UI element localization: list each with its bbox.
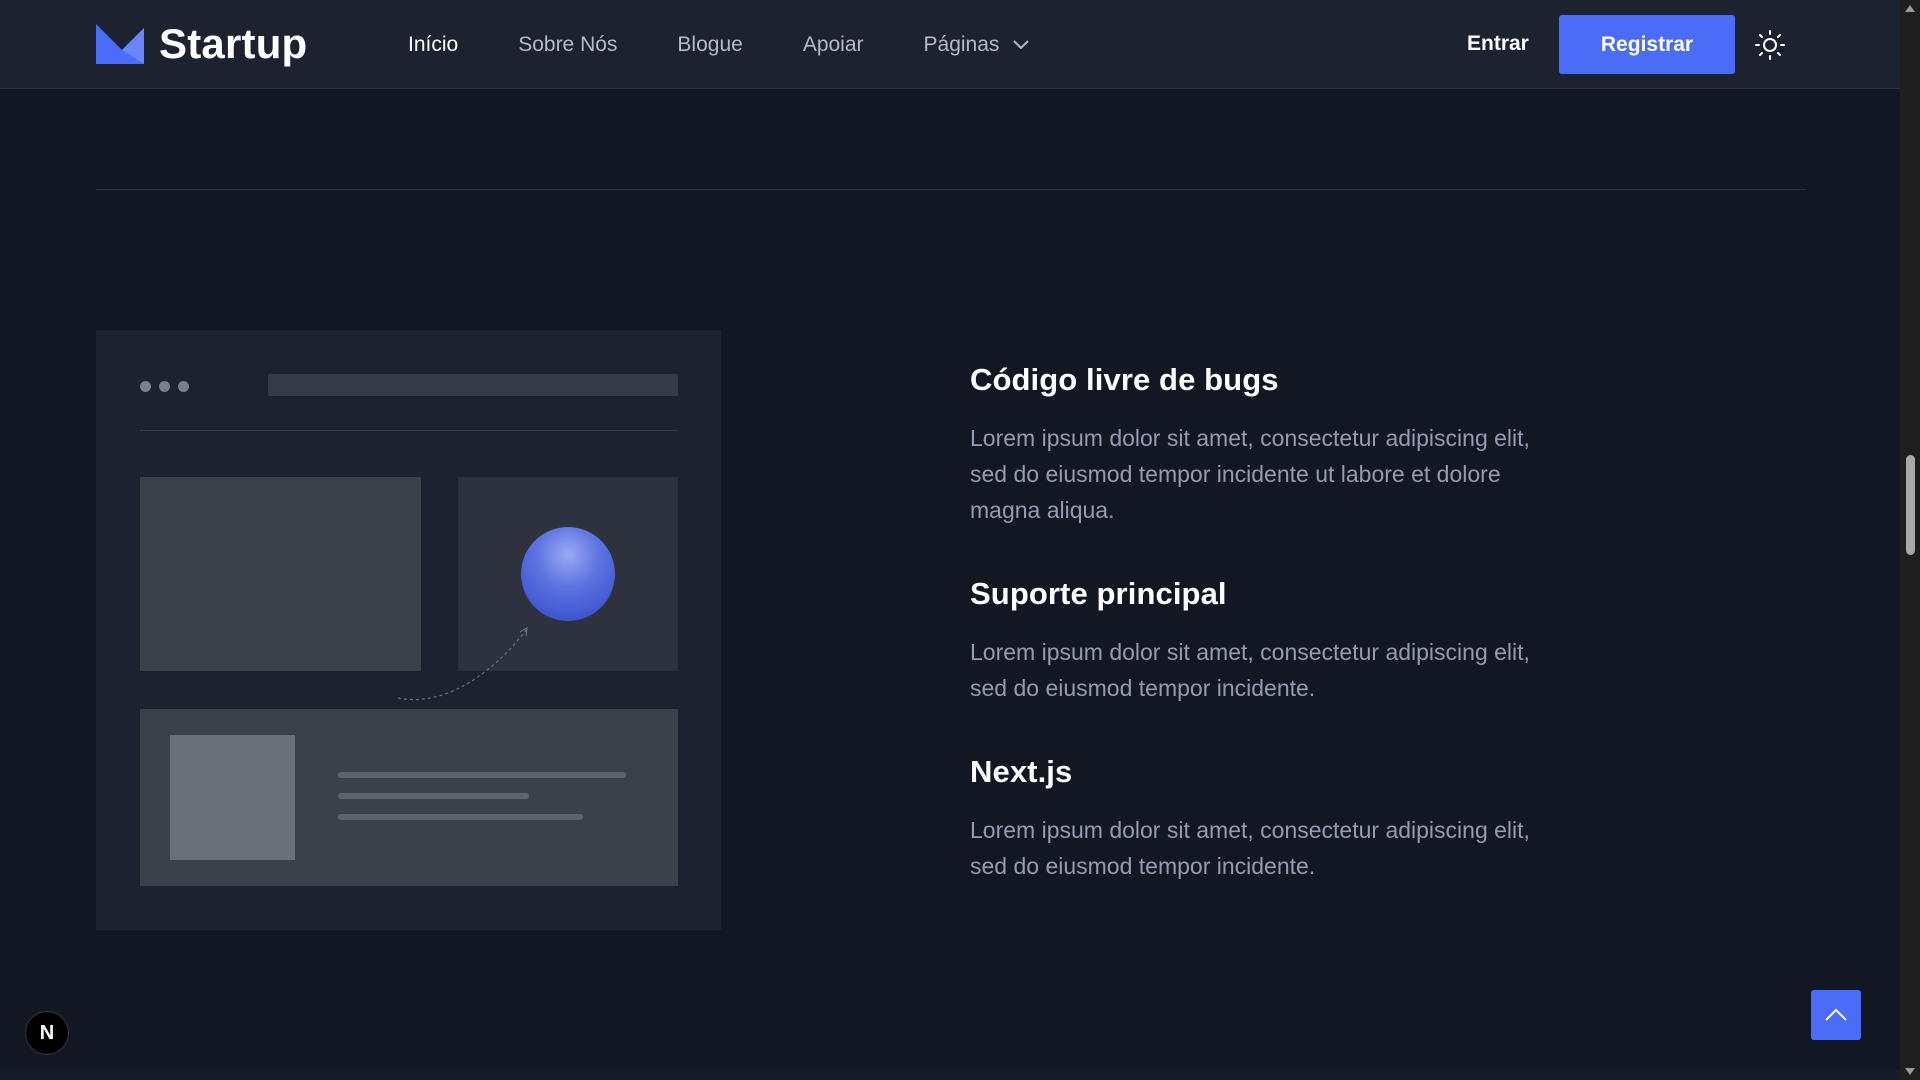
feature-title: Código livre de bugs	[970, 362, 1279, 397]
mock-text-line	[338, 814, 583, 820]
dashed-curve	[397, 626, 528, 701]
main-nav: Início Sobre Nós Blogue Apoiar Páginas	[408, 0, 1089, 89]
feature-text: Lorem ipsum dolor sit amet, consectetur …	[970, 639, 1530, 701]
features-list: Código livre de bugs Lorem ipsum dolor s…	[970, 362, 1560, 932]
logo-icon	[96, 24, 144, 64]
signup-button[interactable]: Registrar	[1559, 15, 1735, 74]
nextjs-badge-letter: N	[39, 1021, 55, 1044]
nav-item-sobre-nos[interactable]: Sobre Nós	[518, 33, 617, 57]
nav-item-paginas[interactable]: Páginas	[924, 33, 1030, 57]
nav-item-paginas-label: Páginas	[923, 32, 1000, 56]
feature-title: Next.js	[970, 754, 1073, 789]
feature-item: Código livre de bugs Lorem ipsum dolor s…	[970, 362, 1560, 528]
nextjs-dev-badge[interactable]: N	[25, 1011, 69, 1055]
sun-icon[interactable]	[1755, 30, 1785, 60]
scroll-up-arrow-icon[interactable]	[1905, 5, 1915, 12]
scrollbar[interactable]	[1900, 0, 1920, 1080]
nav-item-apoiar[interactable]: Apoiar	[803, 33, 864, 57]
bottom-strip	[0, 1070, 1900, 1080]
feature-item: Suporte principal Lorem ipsum dolor sit …	[970, 576, 1560, 706]
scroll-to-top-button[interactable]	[1811, 990, 1861, 1040]
mock-block	[140, 477, 421, 671]
window-dot	[178, 381, 189, 392]
logo[interactable]: Startup	[96, 20, 308, 67]
feature-text: Lorem ipsum dolor sit amet, consectetur …	[970, 425, 1530, 523]
feature-item: Next.js Lorem ipsum dolor sit amet, cons…	[970, 754, 1560, 884]
scroll-down-arrow-icon[interactable]	[1905, 1068, 1915, 1075]
scrollbar-thumb[interactable]	[1906, 455, 1915, 555]
chevron-up-icon	[1825, 1008, 1847, 1021]
mock-text-line	[338, 793, 529, 799]
mock-text-line	[338, 772, 626, 778]
feature-text: Lorem ipsum dolor sit amet, consectetur …	[970, 817, 1530, 879]
sphere-graphic	[521, 527, 615, 621]
nav-item-blogue[interactable]: Blogue	[677, 33, 742, 57]
page: Startup Início Sobre Nós Blogue Apoiar P…	[0, 0, 1920, 1080]
mock-url-bar	[268, 374, 678, 396]
mock-thumbnail	[170, 735, 295, 860]
signin-link[interactable]: Entrar	[1467, 32, 1529, 56]
section-divider	[96, 189, 1806, 190]
window-dot	[140, 381, 151, 392]
site-header: Startup Início Sobre Nós Blogue Apoiar P…	[0, 0, 1900, 89]
features-illustration	[96, 330, 721, 930]
window-dot	[159, 381, 170, 392]
feature-title: Suporte principal	[970, 576, 1227, 611]
nav-item-inicio[interactable]: Início	[408, 33, 458, 57]
mock-divider	[140, 430, 678, 431]
logo-text: Startup	[159, 20, 308, 67]
chevron-down-icon	[1013, 39, 1030, 49]
